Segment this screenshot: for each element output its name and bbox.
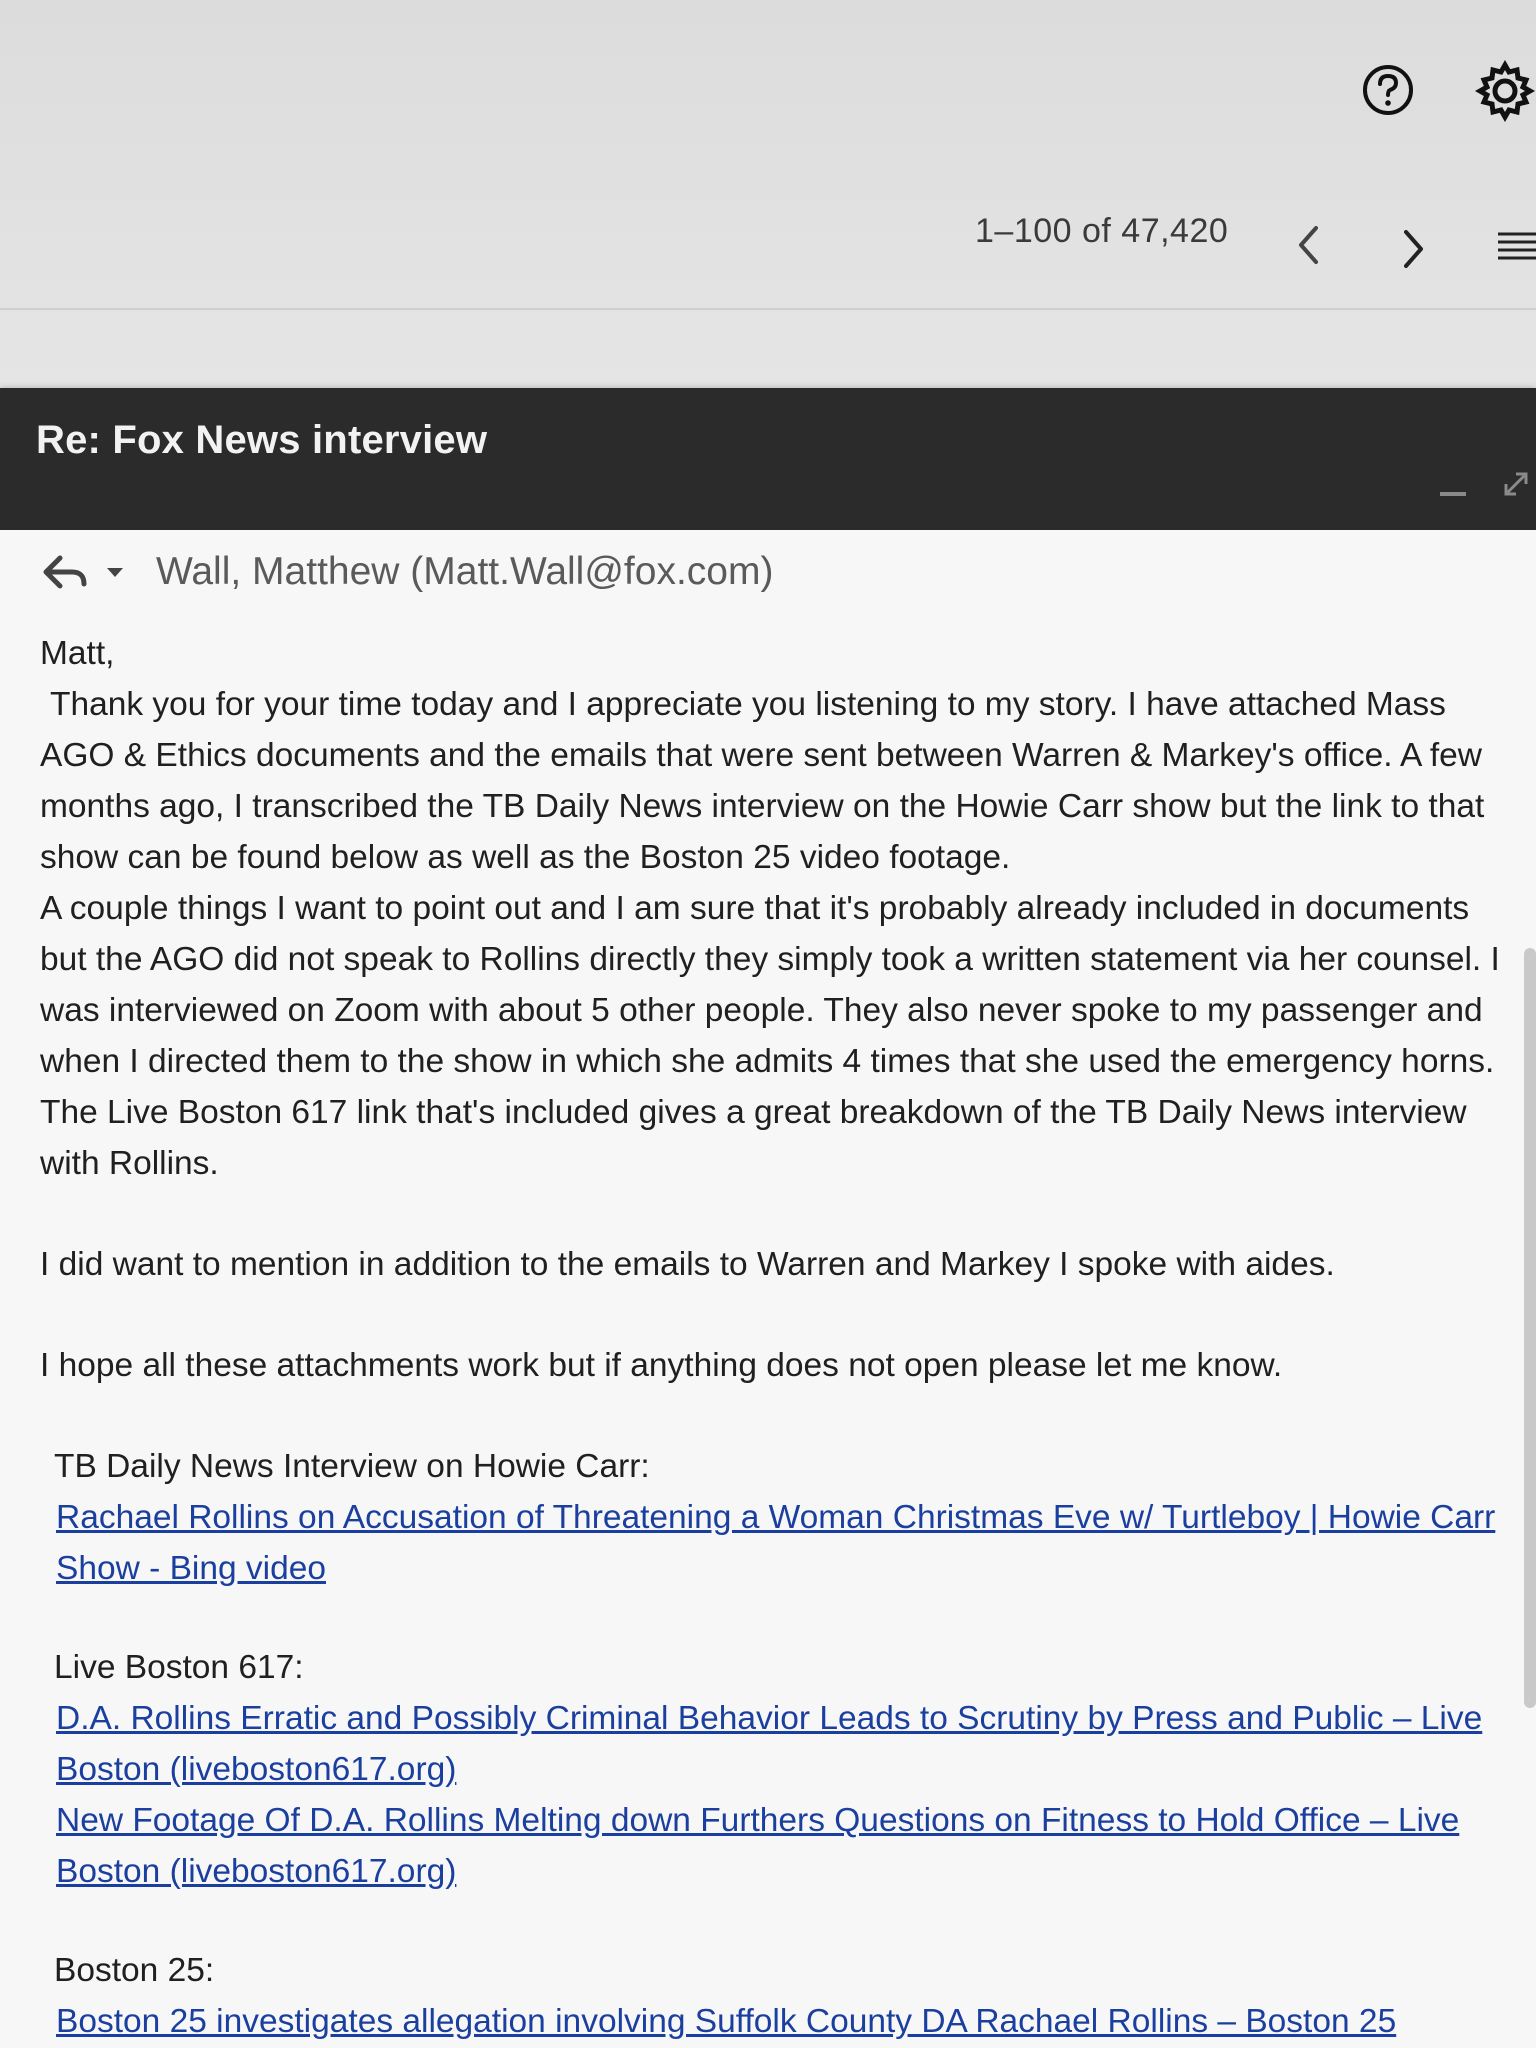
chevron-left-icon[interactable] <box>1286 218 1332 272</box>
recipient-chip[interactable]: Wall, Matthew (Matt.Wall@fox.com) <box>156 550 773 594</box>
reply-icon[interactable] <box>40 550 92 594</box>
toolbar-divider <box>0 308 1536 310</box>
body-paragraph: I did want to mention in addition to the… <box>40 1246 1335 1283</box>
compose-window: Re: Fox News interview Wall, Matthew (Ma… <box>0 388 1536 2048</box>
recipient-row: Wall, Matthew (Matt.Wall@fox.com) <box>0 530 1536 614</box>
compose-header: Re: Fox News interview <box>0 388 1536 530</box>
section-label: TB Daily News Interview on Howie Carr: <box>54 1448 650 1485</box>
expand-icon[interactable] <box>1498 466 1534 502</box>
greeting: Matt, <box>40 635 115 672</box>
video-link[interactable]: Rachael Rollins on Accusation of Threate… <box>56 1492 1510 1594</box>
gear-icon[interactable] <box>1474 60 1536 122</box>
article-link[interactable]: New Footage Of D.A. Rollins Melting down… <box>56 1795 1510 1897</box>
scrollbar[interactable] <box>1524 948 1536 1708</box>
chevron-right-icon[interactable] <box>1390 222 1436 276</box>
message-body[interactable]: Matt, Thank you for your time today and … <box>40 628 1510 2047</box>
top-toolbar: 1–100 of 47,420 <box>0 0 1536 268</box>
caret-down-icon[interactable] <box>104 561 126 583</box>
pagination-count: 1–100 of 47,420 <box>975 212 1229 250</box>
density-lines-icon[interactable] <box>1494 226 1536 268</box>
minimize-icon[interactable] <box>1436 470 1470 504</box>
body-paragraph: A couple things I want to point out and … <box>40 890 1500 1182</box>
section-label: Boston 25: <box>54 1952 215 1989</box>
news-link[interactable]: Boston 25 investigates allegation involv… <box>56 1996 1510 2047</box>
section-label: Live Boston 617: <box>54 1649 304 1686</box>
compose-title: Re: Fox News interview <box>36 418 488 462</box>
article-link[interactable]: D.A. Rollins Erratic and Possibly Crimin… <box>56 1693 1510 1795</box>
help-circle-icon[interactable] <box>1360 62 1416 118</box>
email-screen: 1–100 of 47,420 Re: Fox News interview W… <box>0 0 1536 2048</box>
body-paragraph: I hope all these attachments work but if… <box>40 1347 1283 1384</box>
body-paragraph: Thank you for your time today and I appr… <box>40 686 1485 876</box>
